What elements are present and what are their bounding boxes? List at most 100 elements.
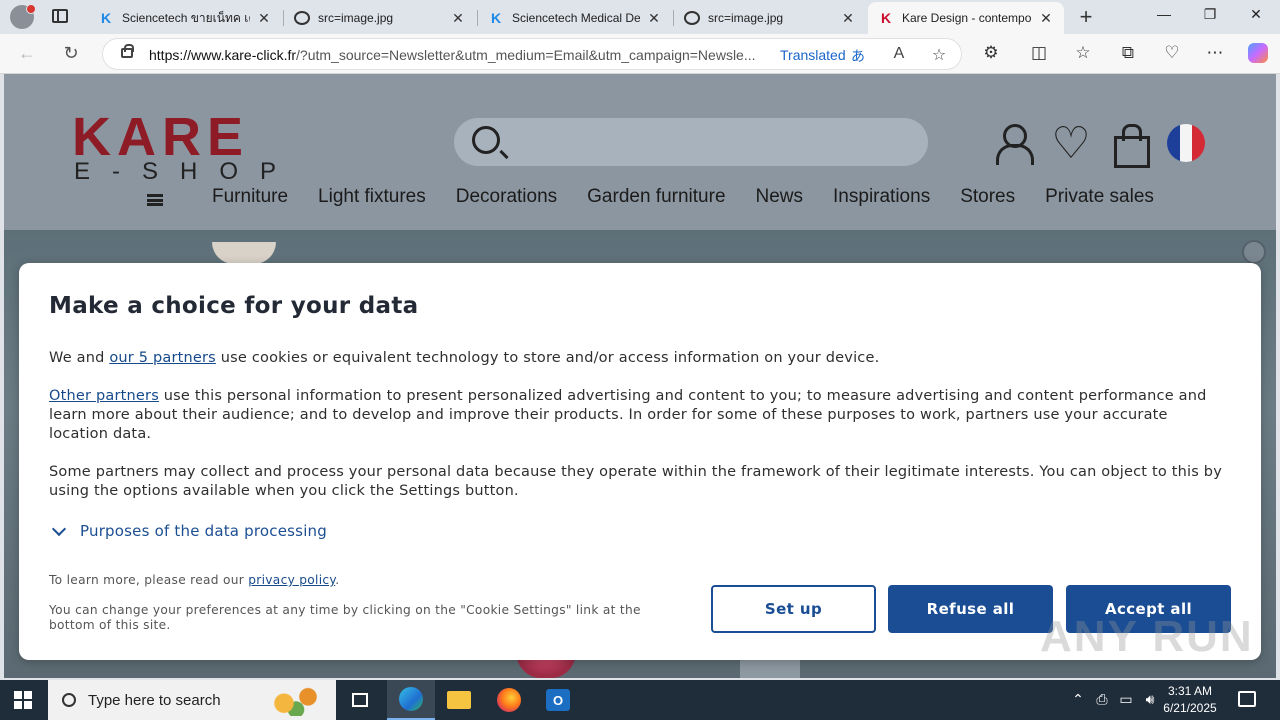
cookie-consent-dialog: Make a choice for your data We and our 5… bbox=[19, 263, 1261, 660]
url-text[interactable]: https://www.kare-click.fr/?utm_source=Ne… bbox=[149, 47, 765, 63]
other-partners-link[interactable]: Other partners bbox=[49, 388, 159, 404]
visual-search-icon[interactable] bbox=[1242, 240, 1266, 264]
nav-private-sales[interactable]: Private sales bbox=[1045, 186, 1154, 208]
notification-center-icon[interactable] bbox=[1238, 691, 1256, 707]
nav-inspirations[interactable]: Inspirations bbox=[833, 186, 930, 208]
outlook-taskbar-button[interactable]: O bbox=[534, 680, 582, 720]
clock-time: 3:31 AM bbox=[1167, 684, 1213, 698]
privacy-note: To learn more, please read our privacy p… bbox=[49, 573, 339, 588]
close-tab-icon[interactable]: ✕ bbox=[646, 10, 662, 27]
wishlist-heart-icon[interactable]: ♡ bbox=[1051, 122, 1091, 166]
close-tab-icon[interactable]: ✕ bbox=[840, 10, 856, 27]
new-tab-icon[interactable]: + bbox=[1076, 6, 1096, 28]
windows-start-icon[interactable] bbox=[14, 691, 32, 709]
browser-tab[interactable]: K Sciencetech ขายเน็ทค เครื่อ ✕ bbox=[88, 2, 282, 34]
browser-tab[interactable]: src=image.jpg ✕ bbox=[674, 2, 866, 34]
close-tab-icon[interactable]: ✕ bbox=[1038, 10, 1054, 27]
close-tab-icon[interactable]: ✕ bbox=[450, 10, 466, 27]
shopping-bag-icon[interactable] bbox=[1110, 122, 1150, 168]
france-flag-icon[interactable] bbox=[1167, 124, 1205, 162]
file-explorer-taskbar-button[interactable] bbox=[435, 680, 483, 720]
url-path: /?utm_source=Newsletter&utm_medium=Email… bbox=[296, 47, 756, 63]
profile-avatar-icon[interactable] bbox=[10, 4, 36, 29]
browser-tab[interactable]: K Sciencetech Medical Devi ✕ bbox=[478, 2, 672, 34]
folder-icon bbox=[447, 691, 471, 709]
show-hidden-icons-chevron-icon[interactable]: ⌃ bbox=[1068, 691, 1088, 708]
kare-favicon-icon: K bbox=[880, 10, 892, 26]
firefox-taskbar-button[interactable] bbox=[485, 680, 533, 720]
back-icon[interactable]: ← bbox=[16, 43, 38, 64]
collections-icon[interactable]: ⧉ bbox=[1117, 43, 1139, 63]
tab-title: src=image.jpg bbox=[708, 11, 784, 25]
windows-taskbar: Type here to search O ⌃ ⎙ ▭ 🔊︎ 3:31 AM 6… bbox=[0, 680, 1280, 720]
other-partners-body: use this personal information to present… bbox=[49, 388, 1207, 442]
url-domain: https://www.kare-click.fr bbox=[149, 47, 297, 63]
translated-label[interactable]: Translated bbox=[780, 47, 846, 63]
partners-link[interactable]: our 5 partners bbox=[109, 350, 216, 366]
edge-icon bbox=[399, 687, 423, 711]
dialog-title: Make a choice for your data bbox=[49, 293, 419, 319]
site-search-input[interactable] bbox=[454, 118, 928, 166]
tab-title: Sciencetech Medical Devi bbox=[512, 11, 640, 25]
other-partners-text: Other partners use this personal informa… bbox=[49, 387, 1231, 444]
more-menu-icon[interactable]: ⋯ bbox=[1204, 43, 1226, 63]
taskbar-search-box[interactable]: Type here to search bbox=[48, 680, 336, 720]
volume-icon[interactable]: 🔊︎ bbox=[1140, 691, 1160, 708]
sciencetech-favicon-icon: K bbox=[100, 10, 112, 26]
search-icon[interactable] bbox=[472, 126, 500, 154]
account-icon[interactable] bbox=[993, 122, 1034, 166]
refresh-icon[interactable]: ↻ bbox=[60, 43, 82, 64]
browser-tab-active[interactable]: K Kare Design - contempor ✕ bbox=[868, 2, 1064, 34]
close-tab-icon[interactable]: ✕ bbox=[256, 10, 272, 27]
clock-date: 6/21/2025 bbox=[1163, 701, 1217, 715]
network-icon[interactable]: ▭ bbox=[1116, 691, 1136, 708]
browser-tab-strip: K Sciencetech ขายเน็ทค เครื่อ ✕ src=imag… bbox=[0, 0, 1280, 34]
privacy-note-prefix: To learn more, please read our bbox=[49, 573, 249, 587]
taskbar-search-placeholder: Type here to search bbox=[88, 691, 221, 709]
minimize-icon[interactable]: — bbox=[1154, 6, 1174, 22]
close-window-icon[interactable]: ✕ bbox=[1246, 6, 1266, 23]
restore-icon[interactable]: ❐ bbox=[1200, 6, 1220, 23]
split-screen-icon[interactable]: ◫ bbox=[1028, 43, 1050, 63]
edge-taskbar-button[interactable] bbox=[387, 680, 435, 720]
device-icon[interactable]: ⎙ bbox=[1092, 691, 1112, 708]
browser-tab[interactable]: src=image.jpg ✕ bbox=[284, 2, 476, 34]
chevron-down-icon bbox=[51, 521, 67, 537]
search-highlight-decoration bbox=[266, 684, 326, 716]
hamburger-menu-icon[interactable] bbox=[147, 194, 163, 206]
nav-news[interactable]: News bbox=[756, 186, 804, 208]
refuse-all-button[interactable]: Refuse all bbox=[888, 585, 1053, 633]
nav-decorations[interactable]: Decorations bbox=[456, 186, 557, 208]
browser-essentials-icon[interactable]: ♡ bbox=[1161, 43, 1183, 63]
kare-logo[interactable]: KARE bbox=[72, 110, 249, 164]
system-clock[interactable]: 3:31 AM 6/21/2025 bbox=[1160, 683, 1220, 717]
lock-icon[interactable] bbox=[121, 44, 134, 58]
task-view-button[interactable] bbox=[336, 680, 384, 720]
nav-garden-furniture[interactable]: Garden furniture bbox=[587, 186, 725, 208]
address-bar[interactable]: https://www.kare-click.fr/?utm_source=Ne… bbox=[102, 38, 962, 70]
intro-prefix: We and bbox=[49, 350, 110, 366]
favorites-icon[interactable]: ☆ bbox=[1072, 43, 1094, 63]
tab-title: Kare Design - contempor bbox=[902, 11, 1032, 25]
preferences-note: You can change your preferences at any t… bbox=[49, 603, 641, 632]
nav-light-fixtures[interactable]: Light fixtures bbox=[318, 186, 426, 208]
set-up-button[interactable]: Set up bbox=[711, 585, 876, 633]
translate-icon[interactable]: あ bbox=[851, 46, 865, 66]
favorite-star-icon[interactable]: ☆ bbox=[929, 45, 949, 65]
outlook-icon: O bbox=[546, 689, 570, 711]
nav-furniture[interactable]: Furniture bbox=[212, 186, 288, 208]
privacy-note-suffix: . bbox=[335, 573, 340, 587]
extensions-icon[interactable]: ⚙ bbox=[980, 43, 1002, 63]
tab-title: Sciencetech ขายเน็ทค เครื่อ bbox=[122, 10, 250, 25]
copilot-icon[interactable] bbox=[1248, 43, 1268, 63]
privacy-policy-link[interactable]: privacy policy bbox=[248, 573, 335, 587]
purposes-expander[interactable]: Purposes of the data processing bbox=[49, 521, 327, 540]
tab-actions-icon[interactable] bbox=[52, 9, 68, 23]
eshop-logo-text[interactable]: E-SHOP bbox=[74, 160, 298, 184]
site-header: KARE E-SHOP ♡ Furniture Light fixtures D… bbox=[4, 74, 1276, 230]
nav-stores[interactable]: Stores bbox=[960, 186, 1015, 208]
task-view-icon bbox=[352, 693, 368, 707]
hero-lamp-shape bbox=[212, 242, 276, 264]
tab-title: src=image.jpg bbox=[318, 11, 394, 25]
read-aloud-icon[interactable]: A bbox=[889, 45, 909, 63]
